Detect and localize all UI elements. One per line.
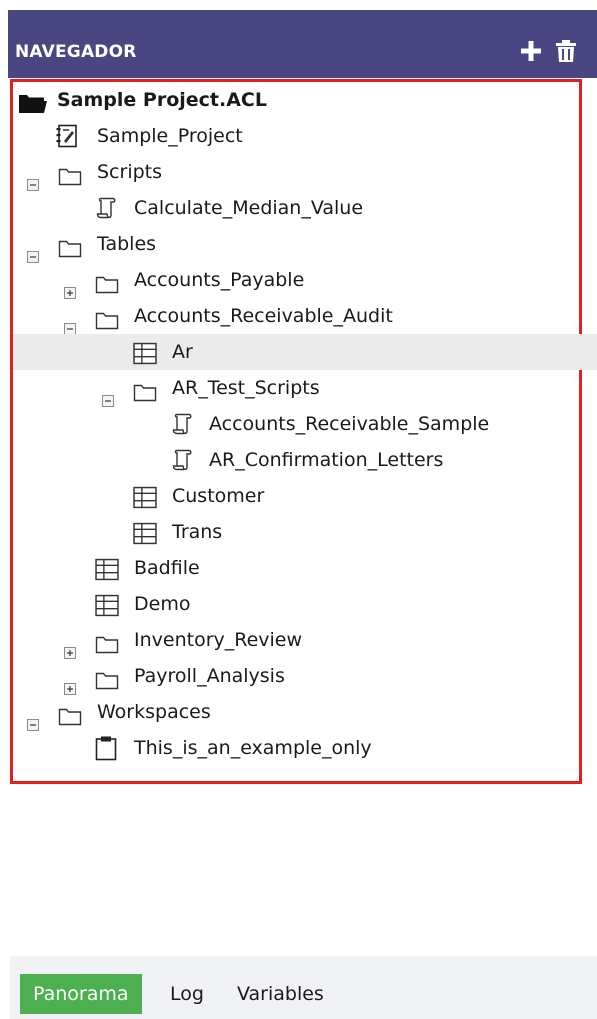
- expand-toggle-icon[interactable]: [64, 635, 76, 647]
- tree-item-scripts[interactable]: Scripts: [13, 154, 579, 190]
- tree-item-inventory-review[interactable]: Inventory_Review: [13, 622, 579, 658]
- tree-item-ar[interactable]: Ar: [13, 334, 597, 370]
- plus-icon[interactable]: [518, 38, 544, 64]
- tree-item-label: Inventory_Review: [134, 629, 303, 651]
- tree-item-this-is-an-example-only[interactable]: This_is_an_example_only: [13, 730, 579, 766]
- tree-item-badfile[interactable]: Badfile: [13, 550, 579, 586]
- tree-item-label: Accounts_Payable: [134, 269, 305, 291]
- tab-variables[interactable]: Variables: [224, 974, 337, 1014]
- clipboard-icon: [95, 735, 117, 773]
- tree-item-label: Tables: [97, 233, 157, 255]
- collapse-toggle-icon[interactable]: [27, 707, 39, 719]
- expand-toggle-icon[interactable]: [64, 671, 76, 683]
- tree-item-ar-test-scripts[interactable]: AR_Test_Scripts: [13, 370, 579, 406]
- tree-item-label: Calculate_Median_Value: [134, 197, 364, 219]
- tree-item-label: Accounts_Receivable_Audit: [134, 305, 393, 327]
- expand-toggle-icon[interactable]: [64, 275, 76, 287]
- tree-item-label: Accounts_Receivable_Sample: [209, 413, 490, 435]
- tree-item-label: This_is_an_example_only: [134, 737, 372, 759]
- tree-item-label: Scripts: [97, 161, 163, 183]
- bottom-tab-bar: Panorama Log Variables: [10, 956, 597, 1019]
- navigator-title: NAVEGADOR: [15, 42, 137, 62]
- tree-item-accounts-payable[interactable]: Accounts_Payable: [13, 262, 579, 298]
- collapse-toggle-icon[interactable]: [27, 239, 39, 251]
- tree-item-customer[interactable]: Customer: [13, 478, 579, 514]
- tree-item-label: Payroll_Analysis: [134, 665, 285, 687]
- tree-item-label: Ar: [172, 341, 193, 363]
- tree-item-sample-project[interactable]: Sample_Project: [13, 118, 579, 154]
- tree-item-label: AR_Test_Scripts: [172, 377, 320, 399]
- tree-item-payroll-analysis[interactable]: Payroll_Analysis: [13, 658, 579, 694]
- tab-log[interactable]: Log: [157, 974, 217, 1014]
- tree-item-trans[interactable]: Trans: [13, 514, 579, 550]
- tab-panorama[interactable]: Panorama: [20, 974, 142, 1014]
- tree-item-demo[interactable]: Demo: [13, 586, 579, 622]
- tree-item-label: Demo: [134, 593, 191, 615]
- tree-item-label: AR_Confirmation_Letters: [209, 449, 444, 471]
- navigator-tree: Sample Project.ACL Sample_Project Script…: [10, 79, 597, 784]
- tree-item-label: Sample_Project: [97, 125, 243, 147]
- tree-item-tables[interactable]: Tables: [13, 226, 579, 262]
- collapse-toggle-icon[interactable]: [27, 167, 39, 179]
- tree-item-workspaces[interactable]: Workspaces: [13, 694, 579, 730]
- tree-item-accounts-receivable-sample[interactable]: Accounts_Receivable_Sample: [13, 406, 579, 442]
- collapse-toggle-icon[interactable]: [64, 311, 76, 323]
- tree-item-label: Sample Project.ACL: [57, 89, 267, 111]
- navigator-header: NAVEGADOR: [8, 10, 597, 78]
- tree-item-accounts-receivable-audit[interactable]: Accounts_Receivable_Audit: [13, 298, 579, 334]
- collapse-toggle-icon[interactable]: [102, 383, 114, 395]
- trash-icon[interactable]: [554, 38, 580, 64]
- tree-item-label: Customer: [172, 485, 265, 507]
- tree-item-root[interactable]: Sample Project.ACL: [13, 82, 579, 118]
- tree-item-ar-confirmation-letters[interactable]: AR_Confirmation_Letters: [13, 442, 579, 478]
- tree-item-label: Workspaces: [97, 701, 211, 723]
- tree-item-label: Trans: [172, 521, 223, 543]
- tree-item-calculate-median-value[interactable]: Calculate_Median_Value: [13, 190, 579, 226]
- tree-item-label: Badfile: [134, 557, 200, 579]
